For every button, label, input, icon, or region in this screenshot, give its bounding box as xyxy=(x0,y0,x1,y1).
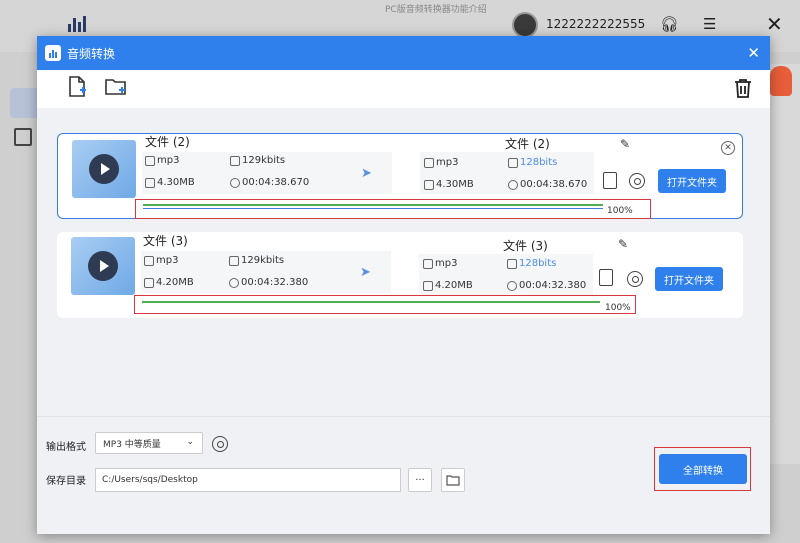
document-icon[interactable] xyxy=(599,269,613,286)
remove-file-icon[interactable]: ✕ xyxy=(721,141,735,155)
app-logo-icon xyxy=(68,16,86,32)
browse-more-button[interactable]: ··· xyxy=(408,468,432,492)
convert-all-button[interactable]: 全部转换 xyxy=(659,454,747,484)
source-file-name: 文件 (2) xyxy=(145,135,190,149)
source-size: 4.30MB xyxy=(145,177,195,188)
source-duration: 00:04:38.670 xyxy=(230,177,309,188)
folder-icon xyxy=(144,277,154,288)
convert-arrow-icon: ➤ xyxy=(361,166,372,181)
output-file-name: 文件 (3) xyxy=(503,239,548,253)
open-folder-icon[interactable] xyxy=(441,468,465,492)
format-select[interactable]: MP3 中等质量 ⌄ xyxy=(95,432,203,454)
bitrate-icon xyxy=(507,258,517,269)
sidebar-item-icon[interactable] xyxy=(14,128,32,146)
progress-bar xyxy=(142,301,600,303)
source-duration: 00:04:32.380 xyxy=(229,277,308,288)
clock-icon xyxy=(229,277,239,288)
settings-icon[interactable] xyxy=(627,271,643,287)
file-card[interactable]: 文件 (3) mp3 129kbits 4.20MB 00:04:32.380 … xyxy=(57,232,743,318)
output-file-name: 文件 (2) xyxy=(505,137,550,151)
format-label: 输出格式 xyxy=(46,442,86,453)
clock-icon xyxy=(230,177,240,188)
trash-icon[interactable] xyxy=(734,78,752,98)
output-format: mp3 xyxy=(424,157,458,168)
folder-icon xyxy=(446,475,460,486)
user-name: 1222222222555 xyxy=(546,17,646,31)
play-icon[interactable] xyxy=(89,154,119,184)
progress-percent: 100% xyxy=(607,206,633,216)
settings-icon[interactable] xyxy=(629,173,645,189)
progress-highlight xyxy=(134,295,636,314)
file-card[interactable]: 文件 (2) mp3 129kbits 4.30MB 00:04:38.670 … xyxy=(57,133,743,219)
folder-icon xyxy=(145,177,155,188)
fire-icon[interactable] xyxy=(770,66,792,96)
source-format: mp3 xyxy=(144,255,178,266)
format-icon xyxy=(423,258,433,269)
save-path-input[interactable] xyxy=(95,468,401,492)
save-dir-label: 保存目录 xyxy=(46,476,86,487)
format-select-value: MP3 中等质量 xyxy=(103,439,161,450)
output-format: mp3 xyxy=(423,258,457,269)
dialog-titlebar: 音频转换 ✕ xyxy=(37,36,770,70)
output-size: 4.30MB xyxy=(424,179,474,190)
file-thumbnail[interactable] xyxy=(71,237,135,295)
edit-name-icon[interactable]: ✎ xyxy=(620,137,630,151)
progress-percent: 100% xyxy=(605,303,631,313)
convert-arrow-icon: ➤ xyxy=(360,265,371,280)
bitrate-icon xyxy=(230,155,240,166)
folder-icon xyxy=(424,179,434,190)
source-bitrate: 129kbits xyxy=(230,155,285,166)
dialog-toolbar xyxy=(37,70,770,108)
output-settings-panel: 输出格式 MP3 中等质量 ⌄ 保存目录 ··· 全部转换 xyxy=(37,416,770,534)
background-blurred-text: PC版音频转换器功能介绍 xyxy=(385,5,487,15)
output-bitrate: 128bits xyxy=(507,258,556,269)
output-duration: 00:04:38.670 xyxy=(508,179,587,190)
bitrate-icon xyxy=(229,255,239,266)
format-settings-icon[interactable] xyxy=(212,436,228,452)
audio-convert-dialog: 音频转换 ✕ 文件 (2) mp3 129kbits 4.30MB 00:04:… xyxy=(37,36,770,534)
progress-bar-track xyxy=(143,208,603,209)
source-size: 4.20MB xyxy=(144,277,194,288)
format-icon xyxy=(145,155,155,166)
avatar[interactable] xyxy=(512,12,538,38)
output-size: 4.20MB xyxy=(423,280,473,291)
sidebar-item-active[interactable] xyxy=(10,88,40,118)
background-right-panel xyxy=(770,64,800,464)
document-icon[interactable] xyxy=(603,172,617,189)
source-format: mp3 xyxy=(145,155,179,166)
file-thumbnail[interactable] xyxy=(72,140,136,198)
add-folder-icon[interactable] xyxy=(104,75,128,99)
clock-icon xyxy=(508,179,518,190)
open-folder-button[interactable]: 打开文件夹 xyxy=(658,169,726,193)
progress-highlight xyxy=(135,199,651,219)
menu-icon[interactable]: ☰ xyxy=(703,15,716,33)
play-icon[interactable] xyxy=(88,251,118,281)
format-icon xyxy=(424,157,434,168)
app-close-icon[interactable]: ✕ xyxy=(766,12,783,36)
chevron-down-icon: ⌄ xyxy=(186,437,194,447)
output-bitrate: 128bits xyxy=(508,157,557,168)
progress-bar xyxy=(143,204,603,206)
open-folder-button[interactable]: 打开文件夹 xyxy=(655,267,723,291)
source-bitrate: 129kbits xyxy=(229,255,284,266)
add-file-icon[interactable] xyxy=(65,75,89,99)
source-file-name: 文件 (3) xyxy=(143,234,188,248)
dialog-close-icon[interactable]: ✕ xyxy=(747,44,760,62)
edit-name-icon[interactable]: ✎ xyxy=(618,237,628,251)
audio-app-icon xyxy=(45,45,61,61)
folder-icon xyxy=(423,280,433,291)
headset-icon[interactable]: 🎧︎ xyxy=(660,15,679,33)
output-duration: 00:04:32.380 xyxy=(507,280,586,291)
bitrate-icon xyxy=(508,157,518,168)
clock-icon xyxy=(507,280,517,291)
format-icon xyxy=(144,255,154,266)
dialog-title: 音频转换 xyxy=(67,46,116,61)
